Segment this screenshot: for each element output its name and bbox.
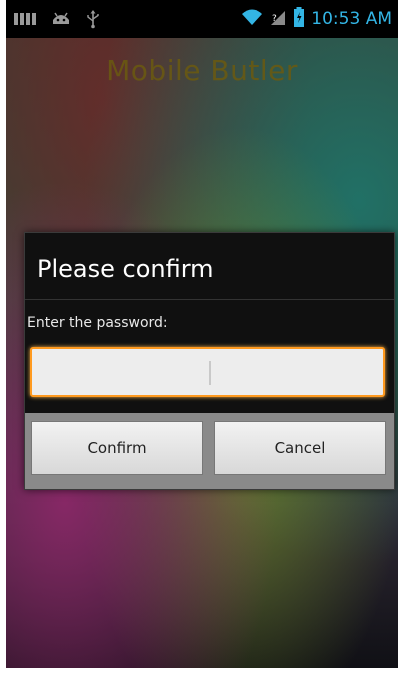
- status-bar: ? 10:53 AM: [6, 0, 398, 38]
- dialog-title: Please confirm: [37, 255, 214, 283]
- app-title: Mobile Butler: [106, 54, 298, 87]
- confirm-dialog: Please confirm Enter the password: Confi…: [24, 232, 395, 490]
- confirm-button[interactable]: Confirm: [31, 421, 203, 475]
- signal-icon: ?: [269, 8, 287, 30]
- usb-icon: [86, 9, 100, 33]
- status-bar-left: [14, 9, 100, 33]
- cancel-button[interactable]: Cancel: [214, 421, 386, 475]
- dialog-divider: [25, 299, 394, 300]
- notification-bars-icon: [14, 11, 36, 31]
- status-bar-right: ? 10:53 AM: [241, 7, 392, 31]
- dialog-message: Enter the password:: [27, 315, 168, 331]
- wifi-icon: [241, 8, 263, 30]
- battery-charging-icon: [293, 7, 305, 31]
- phone-screen: ? 10:53 AM Mobile Butler Please confirm …: [6, 0, 398, 668]
- dialog-button-bar: Confirm Cancel: [25, 413, 394, 489]
- text-cursor: [209, 361, 211, 385]
- status-time: 10:53 AM: [311, 9, 392, 29]
- svg-text:?: ?: [272, 14, 277, 24]
- android-icon: [50, 10, 72, 32]
- password-input[interactable]: [30, 347, 385, 397]
